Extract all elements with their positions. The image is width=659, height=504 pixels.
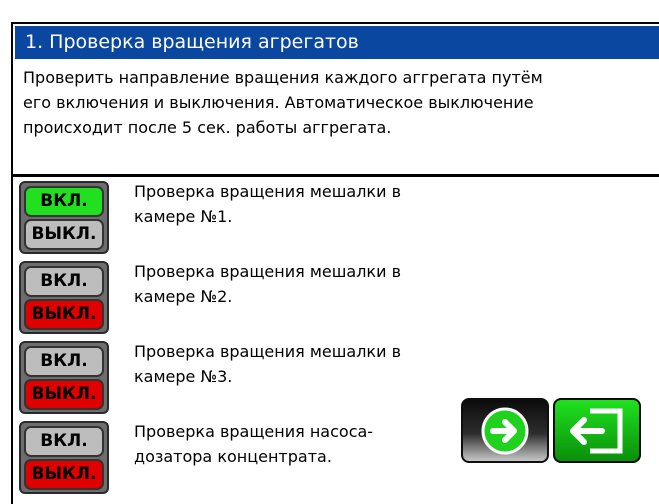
off-button[interactable]: ВЫКЛ. [24,379,104,410]
on-button[interactable]: ВКЛ. [24,186,104,217]
aggregate-description: Проверка вращения мешалки в камере №3. [134,339,401,389]
off-button[interactable]: ВЫКЛ. [24,219,104,250]
page-title: 1. Проверка вращения агрегатов [15,26,659,59]
aggregate-text-line: Проверка вращения мешалки в [134,182,401,201]
on-button[interactable]: ВКЛ. [24,266,104,297]
aggregate-text-line: камере №2. [134,287,233,306]
aggregate-text-line: Проверка вращения мешалки в [134,262,401,281]
aggregate-row-1: ВКЛ. ВЫКЛ. Проверка вращения мешалки в к… [13,177,659,257]
aggregate-text-line: дозатора концентрата. [134,447,332,466]
off-button[interactable]: ВЫКЛ. [24,459,104,490]
aggregate-text-line: камере №1. [134,207,233,226]
on-button[interactable]: ВКЛ. [24,346,104,377]
aggregate-row-2: ВКЛ. ВЫКЛ. Проверка вращения мешалки в к… [13,257,659,337]
toggle-group: ВКЛ. ВЫКЛ. [19,341,109,414]
aggregate-text-line: Проверка вращения мешалки в [134,342,401,361]
toggle-group: ВКЛ. ВЫКЛ. [19,261,109,334]
aggregate-description: Проверка вращения мешалки в камере №1. [134,179,401,229]
next-button[interactable] [461,398,549,463]
toggle-group: ВКЛ. ВЫКЛ. [19,421,109,494]
description: Проверить направление вращения каждого а… [15,61,659,173]
description-line: его включения и выключения. Автоматическ… [23,93,534,112]
toggle-group: ВКЛ. ВЫКЛ. [19,181,109,254]
arrow-right-icon [481,407,529,455]
aggregate-description: Проверка вращения мешалки в камере №2. [134,259,401,309]
off-button[interactable]: ВЫКЛ. [24,299,104,330]
on-button[interactable]: ВКЛ. [24,426,104,457]
aggregate-text-line: Проверка вращения насоса- [134,422,374,441]
description-line: происходит после 5 сек. работы аггрегата… [23,118,392,137]
exit-icon [570,408,623,454]
aggregate-text-line: камере №3. [134,367,233,386]
exit-button[interactable] [553,398,641,463]
aggregate-description: Проверка вращения насоса- дозатора конце… [134,419,373,469]
description-line: Проверить направление вращения каждого а… [23,68,543,87]
